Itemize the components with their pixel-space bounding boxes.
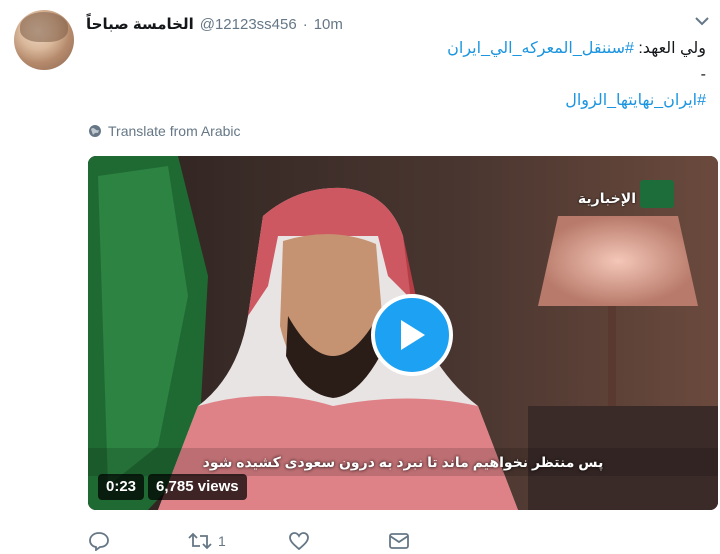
hashtag-link-1[interactable]: #سننقل_المعركه_الي_ايران	[447, 40, 634, 57]
message-icon	[389, 533, 409, 549]
video-subtitle: پس منتظر نخواهیم ماند تا نبرد به درون سع…	[202, 454, 604, 470]
display-name[interactable]: الخامسة صباحاً	[86, 15, 194, 33]
tweet-text-prefix: ولي العهد:	[633, 40, 706, 57]
tweet-header: الخامسة صباحاً @12123ss456 · 10m	[86, 12, 686, 36]
play-button[interactable]	[371, 294, 453, 376]
tweet-line-2: -	[700, 66, 706, 83]
globe-icon	[89, 125, 101, 137]
retweet-button[interactable]: 1	[188, 531, 288, 551]
reply-button[interactable]	[88, 531, 188, 551]
separator-dot: ·	[302, 15, 308, 33]
retweet-icon	[188, 532, 212, 550]
video-stats: 0:23 6,785 views	[98, 474, 247, 500]
retweet-count: 1	[218, 533, 226, 549]
user-handle[interactable]: @12123ss456	[200, 16, 297, 33]
play-icon	[401, 320, 425, 350]
tweet-line-1: ولي العهد: #سننقل_المعركه_الي_ايران	[86, 38, 706, 64]
direct-message-button[interactable]	[388, 531, 488, 551]
tweet-line-3: #ايران_نهايتها_الزوال	[86, 90, 706, 116]
tweet-actions: 1	[88, 528, 488, 554]
translate-link[interactable]: Translate from Arabic	[88, 121, 241, 141]
tweet-text: ولي العهد: #سننقل_المعركه_الي_ايران - #ا…	[86, 38, 706, 116]
like-icon	[289, 532, 309, 551]
like-button[interactable]	[288, 531, 388, 551]
video-player[interactable]: الإخبارية پس منتظر نخواهیم ماند تا نبرد …	[88, 156, 718, 510]
chevron-down-icon[interactable]	[694, 14, 710, 28]
translate-label: Translate from Arabic	[108, 123, 241, 139]
view-count: 6,785 views	[148, 474, 247, 500]
hashtag-link-2[interactable]: #ايران_نهايتها_الزوال	[565, 92, 706, 109]
channel-name: الإخبارية	[577, 190, 636, 206]
timestamp[interactable]: 10m	[314, 16, 343, 33]
video-duration: 0:23	[98, 474, 145, 500]
channel-logo	[640, 180, 674, 208]
avatar[interactable]	[14, 10, 74, 70]
reply-icon	[89, 532, 109, 551]
